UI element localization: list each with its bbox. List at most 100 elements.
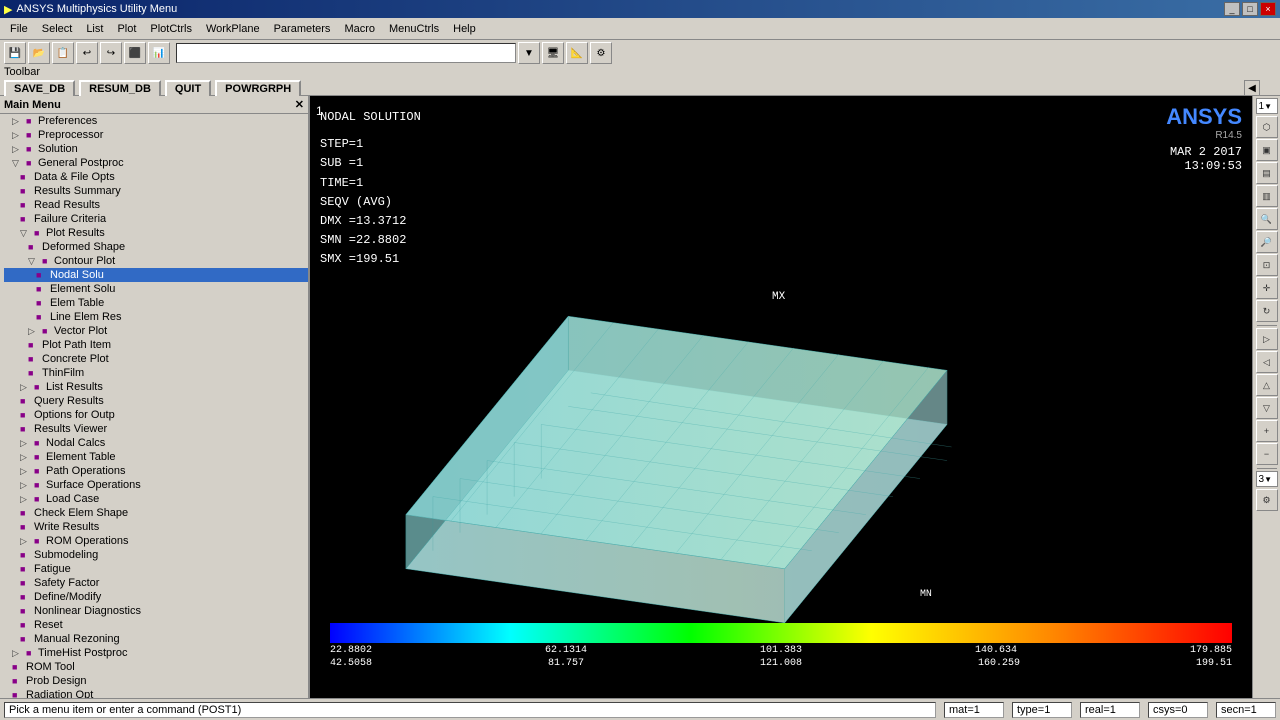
sidebar-item-prob-design[interactable]: ■ Prob Design xyxy=(4,674,308,688)
sidebar-item-manual-rezoning[interactable]: ■ Manual Rezoning xyxy=(4,632,308,646)
sidebar-close[interactable]: ✕ xyxy=(295,98,304,111)
sidebar-item-contour-plot[interactable]: ▽ ■ Contour Plot xyxy=(4,254,308,268)
toolbar-btn-icon3[interactable]: ⚙ xyxy=(590,42,612,64)
sidebar-item-plot-results[interactable]: ▽ ■ Plot Results xyxy=(4,226,308,240)
toolbar-btn-2[interactable]: 📂 xyxy=(28,42,50,64)
toolbar-btn-3[interactable]: 📋 xyxy=(52,42,74,64)
sidebar-item-results-summary[interactable]: ■ Results Summary xyxy=(4,184,308,198)
sidebar-item-query-results[interactable]: ■ Query Results xyxy=(4,394,308,408)
sidebar-item-rom-tool[interactable]: ■ ROM Tool xyxy=(4,660,308,674)
sidebar-item-submodeling[interactable]: ■ Submodeling xyxy=(4,548,308,562)
toolbar-btn-7[interactable]: 📊 xyxy=(148,42,170,64)
sidebar-item-thinfilm[interactable]: ■ ThinFilm xyxy=(4,366,308,380)
viewport[interactable]: 1 NODAL SOLUTION STEP=1 SUB =1 TIME=1 SE… xyxy=(310,96,1252,698)
sidebar-item-path-operations[interactable]: ▷ ■ Path Operations xyxy=(4,464,308,478)
sidebar-item-reset[interactable]: ■ Reset xyxy=(4,618,308,632)
sidebar-item-solution[interactable]: ▷ ■ Solution xyxy=(4,142,308,156)
view-front-button[interactable]: ▣ xyxy=(1256,139,1278,161)
sidebar-item-line-elem-res[interactable]: ■ Line Elem Res xyxy=(4,310,308,324)
view-dropdown2[interactable]: 3 ▼ xyxy=(1256,471,1278,487)
zoom-in-button[interactable]: 🔍 xyxy=(1256,208,1278,230)
sidebar-item-vector-plot[interactable]: ▷ ■ Vector Plot xyxy=(4,324,308,338)
sidebar-item-nonlinear-diagnostics[interactable]: ■ Nonlinear Diagnostics xyxy=(4,604,308,618)
sidebar-item-failure-criteria[interactable]: ■ Failure Criteria xyxy=(4,212,308,226)
toolbar-btn-4[interactable]: ↩ xyxy=(76,42,98,64)
view-top-button[interactable]: ▤ xyxy=(1256,162,1278,184)
zoom-in2-button[interactable]: + xyxy=(1256,420,1278,442)
sidebar-item-radiation-opt[interactable]: ■ Radiation Opt xyxy=(4,688,308,698)
menu-workplane[interactable]: WorkPlane xyxy=(200,21,266,37)
ansys-logo: ANSYS xyxy=(1166,104,1242,130)
step-info: STEP=1 xyxy=(320,135,421,154)
sidebar-item-surface-operations[interactable]: ▷ ■ Surface Operations xyxy=(4,478,308,492)
sidebar-header: Main Menu ✕ xyxy=(0,96,308,114)
menu-select[interactable]: Select xyxy=(36,21,79,37)
sidebar-item-define-modify[interactable]: ■ Define/Modify xyxy=(4,590,308,604)
settings-button[interactable]: ⚙ xyxy=(1256,489,1278,511)
status-secn: secn=1 xyxy=(1216,702,1276,718)
dropdown-arrow[interactable]: ▼ xyxy=(518,42,540,64)
sidebar-item-plot-path-item[interactable]: ■ Plot Path Item xyxy=(4,338,308,352)
sidebar-item-deformed-shape[interactable]: ■ Deformed Shape xyxy=(4,240,308,254)
maximize-button[interactable]: □ xyxy=(1242,2,1258,16)
menu-plot[interactable]: Plot xyxy=(111,21,142,37)
menu-menuctrls[interactable]: MenuCtrls xyxy=(383,21,445,37)
sidebar-item-rom-operations[interactable]: ▷ ■ ROM Operations xyxy=(4,534,308,548)
window-controls[interactable]: _ □ × xyxy=(1224,2,1276,16)
rotate-cw-button[interactable]: ▷ xyxy=(1256,328,1278,350)
sidebar-item-write-results[interactable]: ■ Write Results xyxy=(4,520,308,534)
sidebar-item-elem-table[interactable]: ■ Elem Table xyxy=(4,296,308,310)
menu-help[interactable]: Help xyxy=(447,21,482,37)
menu-list[interactable]: List xyxy=(80,21,109,37)
pan-button[interactable]: ✛ xyxy=(1256,277,1278,299)
down-button[interactable]: ▽ xyxy=(1256,397,1278,419)
rotate-button[interactable]: ↻ xyxy=(1256,300,1278,322)
toolbar-btn-icon1[interactable]: 🖥 xyxy=(542,42,564,64)
menu-macro[interactable]: Macro xyxy=(338,21,381,37)
sidebar-item-concrete-plot[interactable]: ■ Concrete Plot xyxy=(4,352,308,366)
sidebar-item-results-viewer[interactable]: ■ Results Viewer xyxy=(4,422,308,436)
tree-section: ▷ ■ Preferences ▷ ■ Preprocessor ▷ ■ Sol… xyxy=(0,114,308,698)
sidebar-item-data-file-opts[interactable]: ■ Data & File Opts xyxy=(4,170,308,184)
sidebar-item-read-results[interactable]: ■ Read Results xyxy=(4,198,308,212)
command-input[interactable] xyxy=(176,43,516,63)
toolbar-btn-6[interactable]: ⬛ xyxy=(124,42,146,64)
sidebar-item-element-solu[interactable]: ■ Element Solu xyxy=(4,282,308,296)
sidebar-item-preprocessor[interactable]: ▷ ■ Preprocessor xyxy=(4,128,308,142)
menu-file[interactable]: File xyxy=(4,21,34,37)
sidebar-item-fatigue[interactable]: ■ Fatigue xyxy=(4,562,308,576)
toolbar-btn-icon2[interactable]: 📐 xyxy=(566,42,588,64)
zoom-out2-button[interactable]: − xyxy=(1256,443,1278,465)
toolbar-btn-5[interactable]: ↪ xyxy=(100,42,122,64)
sidebar-item-check-elem-shape[interactable]: ■ Check Elem Shape xyxy=(4,506,308,520)
colorbar-labels-bottom: 42.5058 81.757 121.008 160.259 199.51 xyxy=(330,658,1232,669)
sidebar-item-nodal-calcs[interactable]: ▷ ■ Nodal Calcs xyxy=(4,436,308,450)
sidebar-item-load-case[interactable]: ▷ ■ Load Case xyxy=(4,492,308,506)
sidebar-item-timehist-postproc[interactable]: ▷ ■ TimeHist Postproc xyxy=(4,646,308,660)
title-bar: ▶ ANSYS Multiphysics Utility Menu _ □ × xyxy=(0,0,1280,18)
menu-plotctrls[interactable]: PlotCtrls xyxy=(144,21,198,37)
view-right-button[interactable]: ▥ xyxy=(1256,185,1278,207)
toolbar-btn-1[interactable]: 💾 xyxy=(4,42,26,64)
sidebar-item-safety-factor[interactable]: ■ Safety Factor xyxy=(4,576,308,590)
menu-parameters[interactable]: Parameters xyxy=(268,21,337,37)
sidebar-item-nodal-solu[interactable]: ■ Nodal Solu xyxy=(4,268,308,282)
rotate-ccw-button[interactable]: ◁ xyxy=(1256,351,1278,373)
view-dropdown[interactable]: 1 ▼ xyxy=(1256,98,1278,114)
view-iso-button[interactable]: ⬡ xyxy=(1256,116,1278,138)
sidebar-item-options-outp[interactable]: ■ Options for Outp xyxy=(4,408,308,422)
minimize-button[interactable]: _ xyxy=(1224,2,1240,16)
right-toolbar: 1 ▼ ⬡ ▣ ▤ ▥ 🔍 🔎 ⊡ ✛ ↻ ▷ ◁ △ ▽ + − 3 ▼ ⚙ xyxy=(1252,96,1280,698)
sidebar-item-element-table[interactable]: ▷ ■ Element Table xyxy=(4,450,308,464)
title-text: ANSYS Multiphysics Utility Menu xyxy=(16,3,177,15)
close-button[interactable]: × xyxy=(1260,2,1276,16)
sidebar-toggle[interactable]: ◀ xyxy=(1244,80,1260,96)
status-bar: Pick a menu item or enter a command (POS… xyxy=(0,698,1280,720)
sidebar-item-general-postproc[interactable]: ▽ ■ General Postproc xyxy=(4,156,308,170)
zoom-out-button[interactable]: 🔎 xyxy=(1256,231,1278,253)
up-button[interactable]: △ xyxy=(1256,374,1278,396)
zoom-fit-button[interactable]: ⊡ xyxy=(1256,254,1278,276)
sidebar-item-preferences[interactable]: ▷ ■ Preferences xyxy=(4,114,308,128)
toolbar-label: Toolbar SAVE_DB RESUM_DB QUIT POWRGRPH xyxy=(4,66,1276,98)
sidebar-item-list-results[interactable]: ▷ ■ List Results xyxy=(4,380,308,394)
